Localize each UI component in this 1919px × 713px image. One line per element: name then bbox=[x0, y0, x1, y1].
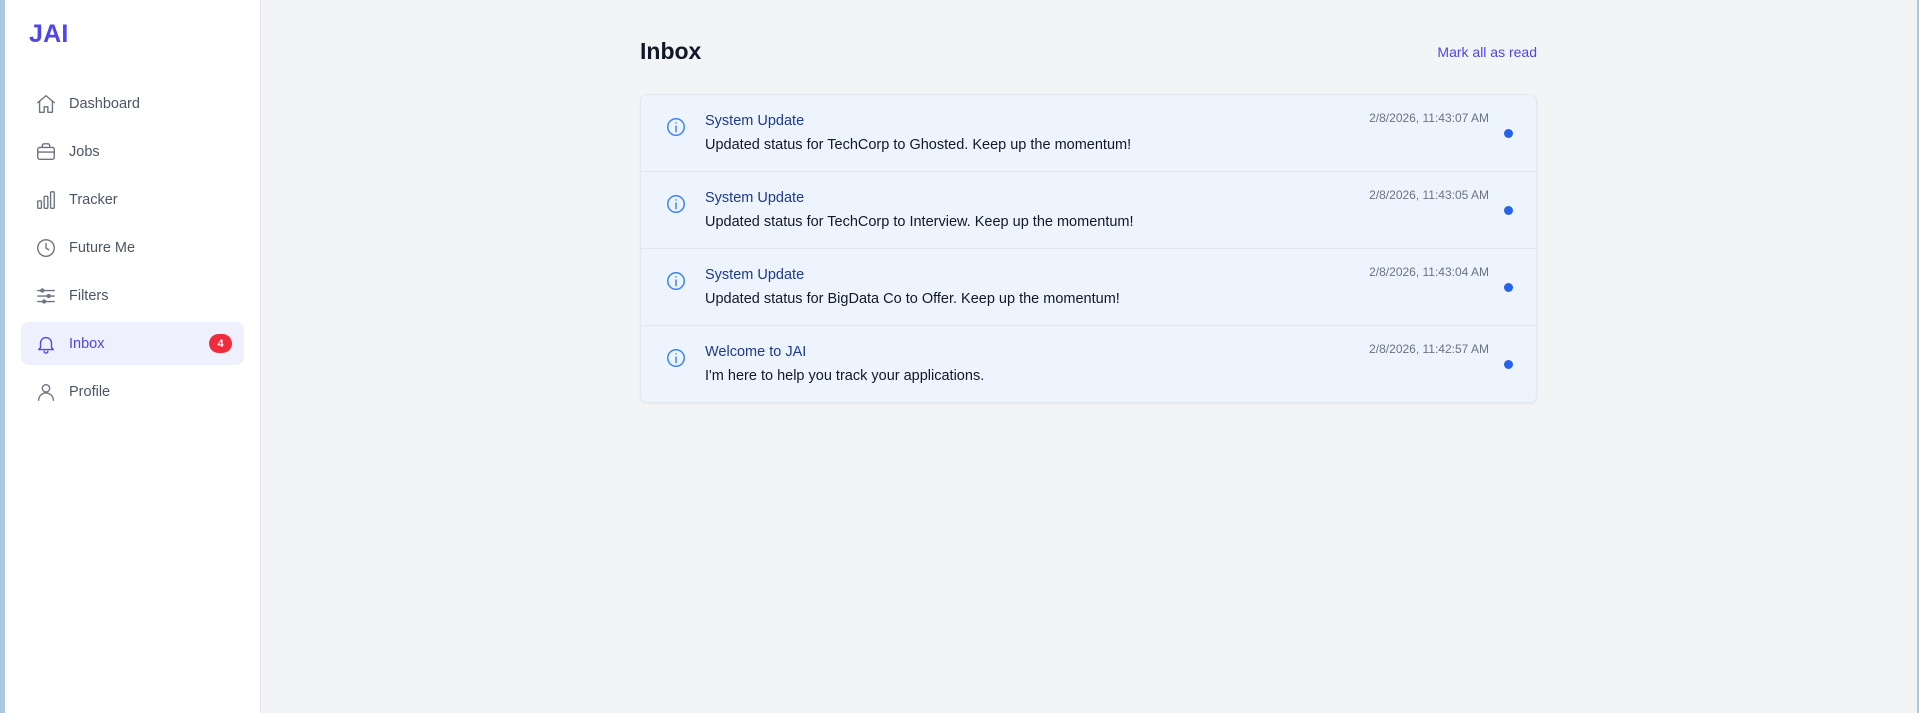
sidebar-item-dashboard[interactable]: Dashboard bbox=[21, 82, 244, 125]
message-title: System Update bbox=[705, 190, 805, 206]
sidebar-item-label: Dashboard bbox=[69, 95, 140, 112]
info-icon bbox=[665, 270, 687, 292]
message-timestamp: 2/8/2026, 11:42:57 AM bbox=[1369, 342, 1489, 356]
sidebar-item-tracker[interactable]: Tracker bbox=[21, 178, 244, 221]
message-title: Welcome to JAI bbox=[705, 344, 807, 360]
sidebar-item-future-me[interactable]: Future Me bbox=[21, 226, 244, 269]
sidebar-item-label: Tracker bbox=[69, 191, 118, 208]
briefcase-icon bbox=[34, 140, 58, 164]
sidebar-item-label: Future Me bbox=[69, 239, 136, 256]
sidebar-item-inbox[interactable]: Inbox 4 bbox=[21, 322, 244, 365]
info-icon bbox=[665, 193, 687, 215]
unread-indicator bbox=[1504, 283, 1513, 292]
sidebar-nav: Dashboard Jobs Tracker Future Me Filters… bbox=[21, 82, 244, 418]
message-list: System Update Updated status for TechCor… bbox=[640, 94, 1537, 403]
inbox-panel: Inbox Mark all as read System Update Upd… bbox=[640, 36, 1537, 403]
mark-all-read-button[interactable]: Mark all as read bbox=[1437, 44, 1537, 60]
sidebar-item-filters[interactable]: Filters bbox=[21, 274, 244, 317]
sidebar-item-label: Profile bbox=[69, 383, 111, 400]
unread-indicator bbox=[1504, 360, 1513, 369]
sidebar-item-label: Inbox bbox=[69, 335, 105, 352]
unread-count-badge: 4 bbox=[209, 334, 232, 353]
message-title: System Update bbox=[705, 113, 805, 129]
message-body: Updated status for BigData Co to Offer. … bbox=[705, 291, 1120, 307]
sliders-icon bbox=[34, 284, 58, 308]
message-item[interactable]: System Update Updated status for BigData… bbox=[641, 249, 1536, 326]
sidebar-item-label: Jobs bbox=[69, 143, 100, 160]
message-timestamp: 2/8/2026, 11:43:05 AM bbox=[1369, 188, 1489, 202]
message-body: I'm here to help you track your applicat… bbox=[705, 368, 985, 384]
message-timestamp: 2/8/2026, 11:43:04 AM bbox=[1369, 265, 1489, 279]
info-icon bbox=[665, 347, 687, 369]
sidebar-item-jobs[interactable]: Jobs bbox=[21, 130, 244, 173]
unread-indicator bbox=[1504, 206, 1513, 215]
bell-icon bbox=[34, 332, 58, 356]
message-item[interactable]: System Update Updated status for TechCor… bbox=[641, 172, 1536, 249]
unread-indicator bbox=[1504, 129, 1513, 138]
page-title: Inbox bbox=[640, 38, 702, 64]
clock-icon bbox=[34, 236, 58, 260]
inbox-header: Inbox Mark all as read bbox=[640, 36, 1537, 94]
brand-logo[interactable]: JAI bbox=[29, 20, 69, 49]
user-icon bbox=[34, 380, 58, 404]
app-window: JAI Dashboard Jobs Tracker Future Me Fil… bbox=[0, 0, 1919, 713]
sidebar-item-label: Filters bbox=[69, 287, 109, 304]
message-title: System Update bbox=[705, 267, 805, 283]
sidebar-item-profile[interactable]: Profile bbox=[21, 370, 244, 413]
message-body: Updated status for TechCorp to Interview… bbox=[705, 214, 1134, 230]
home-icon bbox=[34, 92, 58, 116]
info-icon bbox=[665, 116, 687, 138]
message-item[interactable]: System Update Updated status for TechCor… bbox=[641, 95, 1536, 172]
sidebar: JAI Dashboard Jobs Tracker Future Me Fil… bbox=[5, 0, 261, 713]
bar-chart-icon bbox=[34, 188, 58, 212]
message-timestamp: 2/8/2026, 11:43:07 AM bbox=[1369, 111, 1489, 125]
message-item[interactable]: Welcome to JAI I'm here to help you trac… bbox=[641, 326, 1536, 402]
message-body: Updated status for TechCorp to Ghosted. … bbox=[705, 137, 1132, 153]
